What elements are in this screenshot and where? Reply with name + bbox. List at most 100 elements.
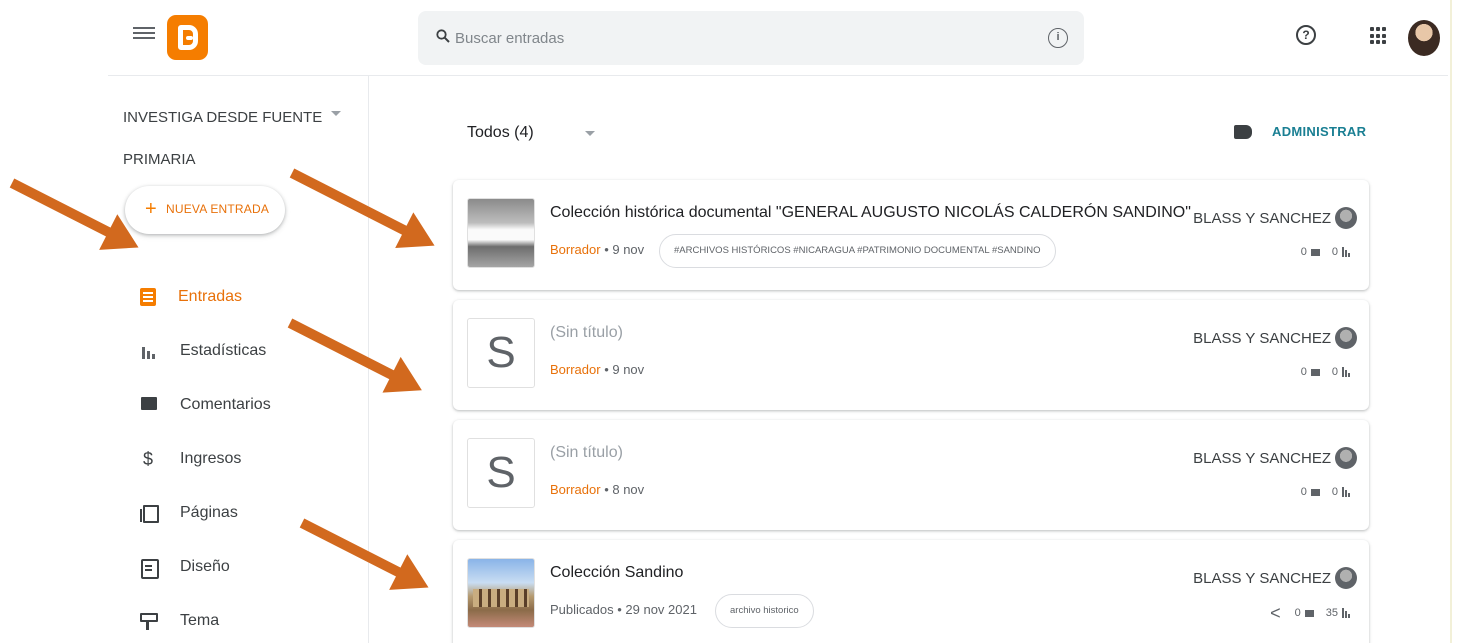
sidebar-item-posts[interactable]: Entradas <box>130 270 360 324</box>
post-thumbnail <box>467 198 535 268</box>
post-counts: 0 0 <box>1301 246 1351 258</box>
chevron-down-icon <box>585 131 595 136</box>
apps-grid-icon[interactable] <box>1370 27 1388 45</box>
post-author: BLASS Y SANCHEZ <box>1193 446 1357 470</box>
sidebar-item-theme[interactable]: Tema <box>130 594 360 643</box>
comment-icon <box>1310 248 1320 256</box>
theme-icon <box>136 609 160 633</box>
comments-icon <box>136 393 160 417</box>
search-input[interactable] <box>455 24 1015 52</box>
thumbnail-letter: S <box>486 448 516 497</box>
author-name: BLASS Y SANCHEZ <box>1193 449 1331 467</box>
thumbnail-letter: S <box>486 328 516 377</box>
sidebar-item-earnings[interactable]: $ Ingresos <box>130 432 360 486</box>
view-count: 0 <box>1331 486 1338 498</box>
post-counts: 0 0 <box>1301 366 1351 378</box>
sidebar-item-layout[interactable]: Diseño <box>130 540 360 594</box>
sidebar-item-label: Páginas <box>180 504 238 521</box>
blog-selector[interactable]: INVESTIGA DESDE FUENTE PRIMARIA <box>123 97 353 181</box>
author-name: BLASS Y SANCHEZ <box>1193 329 1331 347</box>
sidebar-item-label: Tema <box>180 612 220 629</box>
blogger-logo[interactable] <box>167 15 208 60</box>
post-labels-chip[interactable]: archivo historico <box>715 594 814 628</box>
post-title: (Sin título) <box>550 324 623 341</box>
post-meta: Borrador • 9 nov <box>550 362 644 377</box>
new-post-button[interactable]: + NUEVA ENTRADA <box>125 186 285 234</box>
sidebar-item-label: Diseño <box>180 558 230 575</box>
header-divider <box>108 75 1448 76</box>
post-date: 29 nov 2021 <box>625 602 697 617</box>
search-icon <box>436 29 450 43</box>
sidebar-item-label: Ingresos <box>180 450 242 467</box>
post-card[interactable]: S (Sin título) Borrador • 9 nov BLASS Y … <box>453 300 1369 410</box>
money-icon: $ <box>142 449 153 469</box>
author-avatar <box>1335 327 1357 349</box>
search-bar: i <box>418 11 1084 65</box>
post-card[interactable]: S (Sin título) Borrador • 8 nov BLASS Y … <box>453 420 1369 530</box>
layout-icon <box>136 555 160 579</box>
window-edge <box>1450 0 1452 643</box>
post-thumbnail: S <box>467 438 535 508</box>
sidebar-item-label: Comentarios <box>180 396 271 413</box>
post-meta: Publicados • 29 nov 2021 <box>550 602 697 617</box>
comment-count: 0 <box>1300 246 1307 258</box>
views-icon <box>1342 247 1351 257</box>
meta-separator: • <box>600 482 613 497</box>
post-thumbnail: S <box>467 318 535 388</box>
author-name: BLASS Y SANCHEZ <box>1193 209 1331 227</box>
annotation-arrow <box>9 178 115 239</box>
sidebar-item-stats[interactable]: Estadísticas <box>130 324 360 378</box>
views-icon <box>1342 608 1351 618</box>
meta-separator: • <box>600 242 613 257</box>
post-status: Borrador <box>550 362 601 377</box>
post-status: Borrador <box>550 482 601 497</box>
post-card[interactable]: Colección histórica documental "GENERAL … <box>453 180 1369 290</box>
post-date: 8 nov <box>612 482 645 497</box>
help-icon[interactable]: ? <box>1296 25 1316 45</box>
post-counts: 0 0 <box>1301 486 1351 498</box>
post-date: 9 nov <box>612 362 645 377</box>
share-icon[interactable]: < <box>1270 604 1281 622</box>
stats-icon <box>136 339 160 363</box>
sidebar-item-label: Estadísticas <box>180 342 267 359</box>
post-author: BLASS Y SANCHEZ <box>1193 566 1357 590</box>
comment-icon <box>1310 488 1320 496</box>
view-count: 0 <box>1331 246 1338 258</box>
comment-count: 0 <box>1300 486 1307 498</box>
pages-icon <box>136 501 160 525</box>
sidebar-item-comments[interactable]: Comentarios <box>130 378 360 432</box>
post-labels-chip[interactable]: #ARCHIVOS HISTÓRICOS #NICARAGUA #PATRIMO… <box>659 234 1056 268</box>
post-title: Colección Sandino <box>550 564 684 581</box>
sidebar-nav: Entradas Estadísticas Comentarios $ Ingr… <box>130 270 360 643</box>
hamburger-menu-icon[interactable] <box>133 24 155 46</box>
post-meta: Borrador • 9 nov <box>550 242 644 257</box>
author-avatar <box>1335 567 1357 589</box>
post-author: BLASS Y SANCHEZ <box>1193 206 1357 230</box>
post-title: (Sin título) <box>550 444 623 461</box>
label-icon <box>1234 125 1252 139</box>
account-avatar[interactable] <box>1408 20 1440 56</box>
view-count: 0 <box>1331 366 1338 378</box>
top-app-bar: i ? <box>0 0 1457 75</box>
search-info-icon[interactable]: i <box>1048 28 1068 48</box>
post-filter-dropdown[interactable]: Todos (4) <box>467 118 607 148</box>
sidebar-item-label: Entradas <box>178 288 243 305</box>
posts-icon <box>140 288 156 306</box>
filter-label: Todos (4) <box>467 124 534 141</box>
post-card[interactable]: Colección Sandino Publicados • 29 nov 20… <box>453 540 1369 643</box>
post-thumbnail <box>467 558 535 628</box>
manage-labels-button[interactable]: ADMINISTRAR <box>1234 121 1374 145</box>
meta-separator: • <box>600 362 613 377</box>
comment-icon <box>1310 368 1320 376</box>
meta-separator: • <box>613 602 626 617</box>
view-count: 35 <box>1325 607 1338 619</box>
post-counts: < 0 35 <box>1270 604 1351 622</box>
post-author: BLASS Y SANCHEZ <box>1193 326 1357 350</box>
post-title: Colección histórica documental "GENERAL … <box>550 204 1191 221</box>
post-date: 9 nov <box>612 242 645 257</box>
chevron-down-icon <box>331 111 341 116</box>
author-avatar <box>1335 447 1357 469</box>
post-status: Borrador <box>550 242 601 257</box>
comment-icon <box>1304 609 1314 617</box>
views-icon <box>1342 367 1351 377</box>
